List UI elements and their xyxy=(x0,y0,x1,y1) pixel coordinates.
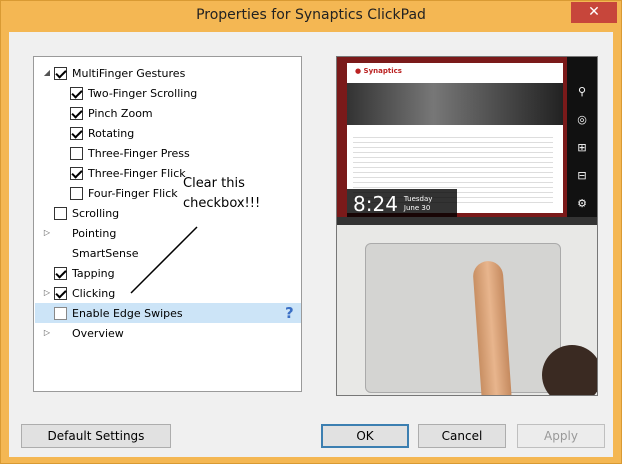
tree-item-label: Enable Edge Swipes xyxy=(72,306,183,320)
tree-item-clicking[interactable]: ▷ Clicking xyxy=(42,283,115,303)
settings-tree: ◢ MultiFinger Gestures Two-Finger Scroll… xyxy=(33,56,302,392)
title-bar[interactable]: Properties for Synaptics ClickPad ✕ xyxy=(1,1,621,32)
tree-item-label: SmartSense xyxy=(72,246,139,260)
tree-item-label: Tapping xyxy=(72,266,115,280)
preview-hero-image xyxy=(347,83,563,125)
tree-item-scrolling[interactable]: Scrolling xyxy=(54,203,119,223)
clock-date: Tuesday June 30 xyxy=(404,195,432,213)
apply-button[interactable]: Apply xyxy=(517,424,605,448)
hand-image xyxy=(542,345,597,395)
touchpad-illustration xyxy=(337,225,597,395)
tree-item-label: Three-Finger Press xyxy=(88,146,190,160)
preview-taskbar xyxy=(337,217,597,225)
tree-item-label: Two-Finger Scrolling xyxy=(88,86,198,100)
search-charm-icon: ⚲ xyxy=(577,85,587,98)
tree-item-label: Four-Finger Flick xyxy=(88,186,178,200)
ok-button[interactable]: OK xyxy=(321,424,409,448)
tree-item-four-finger-flick[interactable]: Four-Finger Flick xyxy=(70,183,178,203)
touchpad-surface xyxy=(365,243,561,393)
expand-collapse-icon[interactable]: ◢ xyxy=(42,68,52,78)
checkbox-clicking[interactable] xyxy=(54,286,67,300)
clock-day: Tuesday xyxy=(403,195,433,203)
lock-clock: 8:24 Tuesday June 30 xyxy=(347,189,457,219)
checkbox-rotating[interactable] xyxy=(70,126,83,140)
tree-item-tapping[interactable]: Tapping xyxy=(54,263,115,283)
checkbox-scrolling[interactable] xyxy=(54,206,67,220)
gesture-preview: ● Synaptics ⚲ ◎ ⊞ ⊟ ⚙ 8:24 Tuesday June … xyxy=(336,56,598,396)
tree-item-enable-edge-swipes[interactable]: Enable Edge Swipes ? xyxy=(35,303,301,323)
expand-collapse-icon[interactable]: ▷ xyxy=(42,228,52,238)
checkbox-pinch-zoom[interactable] xyxy=(70,106,83,120)
share-charm-icon: ◎ xyxy=(577,113,587,126)
charms-bar: ⚲ ◎ ⊞ ⊟ ⚙ xyxy=(567,57,597,224)
tree-item-multifinger-gestures[interactable]: ◢ MultiFinger Gestures xyxy=(42,63,185,83)
close-button[interactable]: ✕ xyxy=(571,2,617,23)
tree-item-pinch-zoom[interactable]: Pinch Zoom xyxy=(70,103,153,123)
dialog-client-area: ◢ MultiFinger Gestures Two-Finger Scroll… xyxy=(9,32,613,457)
tree-item-label: Pointing xyxy=(72,226,117,240)
synaptics-logo-image: ● Synaptics xyxy=(355,67,402,75)
tree-item-pointing[interactable]: ▷ Pointing xyxy=(42,223,116,243)
tree-item-label: Pinch Zoom xyxy=(88,106,153,120)
annotation-line-2: checkbox!!! xyxy=(183,196,261,211)
annotation-line-1: Clear this xyxy=(183,176,245,191)
expand-collapse-icon[interactable]: ▷ xyxy=(42,288,52,298)
default-settings-button[interactable]: Default Settings xyxy=(21,424,171,448)
tree-item-three-finger-press[interactable]: Three-Finger Press xyxy=(70,143,190,163)
checkbox-four-finger-flick[interactable] xyxy=(70,186,83,200)
tree-item-label: Scrolling xyxy=(72,206,120,220)
cancel-button[interactable]: Cancel xyxy=(418,424,506,448)
preview-screen: ● Synaptics ⚲ ◎ ⊞ ⊟ ⚙ 8:24 Tuesday June … xyxy=(337,57,597,225)
window-title: Properties for Synaptics ClickPad xyxy=(196,7,426,23)
checkbox-tapping[interactable] xyxy=(54,266,67,280)
expand-collapse-icon[interactable]: ▷ xyxy=(42,328,52,338)
tree-item-label: Clicking xyxy=(72,286,116,300)
tree-item-label: Three-Finger Flick xyxy=(88,166,186,180)
tree-item-smartsense[interactable]: SmartSense xyxy=(72,243,139,263)
properties-window: Properties for Synaptics ClickPad ✕ ◢ Mu… xyxy=(0,0,622,464)
tree-item-two-finger-scrolling[interactable]: Two-Finger Scrolling xyxy=(70,83,197,103)
settings-charm-icon: ⚙ xyxy=(577,197,587,210)
tree-item-three-finger-flick[interactable]: Three-Finger Flick xyxy=(70,163,186,183)
clock-month-day: June 30 xyxy=(403,204,431,212)
tree-item-label: Rotating xyxy=(88,126,135,140)
start-charm-icon: ⊞ xyxy=(577,141,587,154)
annotation-text: Clear this checkbox!!! xyxy=(183,174,260,214)
checkbox-enable-edge-swipes[interactable] xyxy=(54,306,67,320)
checkbox-two-finger-scrolling[interactable] xyxy=(70,86,83,100)
tree-item-label: Overview xyxy=(72,326,124,340)
tree-item-label: MultiFinger Gestures xyxy=(72,66,186,80)
help-question-icon[interactable]: ? xyxy=(285,304,294,322)
checkbox-three-finger-press[interactable] xyxy=(70,146,83,160)
checkbox-three-finger-flick[interactable] xyxy=(70,166,83,180)
tree-item-rotating[interactable]: Rotating xyxy=(70,123,134,143)
checkbox-multifinger-gestures[interactable] xyxy=(54,66,67,80)
clock-time: 8:24 xyxy=(353,192,398,216)
tree-item-overview[interactable]: ▷ Overview xyxy=(42,323,124,343)
devices-charm-icon: ⊟ xyxy=(577,169,587,182)
